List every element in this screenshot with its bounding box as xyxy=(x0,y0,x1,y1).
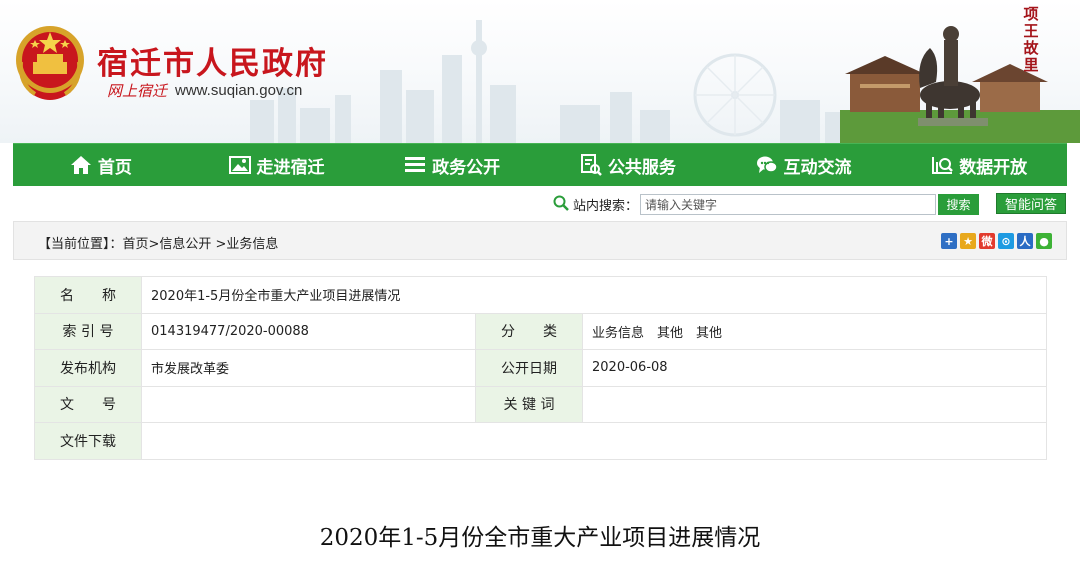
docno-label: 文 号 xyxy=(34,385,142,423)
nav-label: 首页 xyxy=(97,157,132,178)
search-icon xyxy=(553,195,569,211)
site-url: www.suqian.gov.cn xyxy=(175,82,303,99)
tencent-weibo-icon[interactable]: ⊙ xyxy=(998,233,1014,249)
search-input[interactable] xyxy=(640,194,936,215)
breadcrumb-path[interactable]: 首页>信息公开 >业务信息 xyxy=(123,233,279,252)
nav-label: 公共服务 xyxy=(607,157,676,178)
site-title: 宿迁市人民政府 xyxy=(97,46,328,82)
table-row: 名 称 2020年1-5月份全市重大产业项目进展情况 xyxy=(34,276,1047,314)
calligraphy-poem: 项王故里 xyxy=(1023,5,1039,74)
date-value: 2020-06-08 xyxy=(582,349,1047,387)
nav-label: 政务公开 xyxy=(432,157,501,178)
nav-item-gov-info[interactable]: 政务公开 xyxy=(364,144,540,186)
national-emblem-icon xyxy=(16,26,84,100)
wechat-icon[interactable]: ● xyxy=(1036,233,1052,249)
nav-label: 走进宿迁 xyxy=(256,157,325,178)
home-icon xyxy=(70,156,91,174)
breadcrumb: 【当前位置】： 首页>信息公开 >业务信息 xyxy=(38,233,278,252)
name-value: 2020年1-5月份全市重大产业项目进展情况 xyxy=(141,276,1047,314)
nav-item-about[interactable]: 走进宿迁 xyxy=(189,144,365,186)
smart-qa-button[interactable]: 智能问答 xyxy=(996,193,1066,214)
chat-icon xyxy=(756,156,778,173)
nav-item-open-data[interactable]: 数据开放 xyxy=(891,144,1067,186)
picture-icon xyxy=(228,156,251,174)
site-header: 宿迁市人民政府 网上宿迁 www.suqian.gov.cn 项王故里 xyxy=(0,0,1080,143)
data-search-icon xyxy=(932,157,954,174)
share-icons: + ★ 微 ⊙ 人 ● xyxy=(941,233,1052,249)
site-subtitle: 网上宿迁 www.suqian.gov.cn xyxy=(107,80,302,101)
search-bar: 站内搜索： 搜索 智能问答 xyxy=(0,192,1080,218)
main-nav: 首页 走进宿迁 政务公开 公共服务 互动交流 数据开放 xyxy=(13,143,1067,186)
download-label: 文件下载 xyxy=(34,422,142,460)
qzone-icon[interactable]: ★ xyxy=(960,233,976,249)
category-value: 业务信息 其他 其他 xyxy=(582,312,1047,350)
nav-item-interaction[interactable]: 互动交流 xyxy=(716,144,892,186)
renren-icon[interactable]: 人 xyxy=(1017,233,1033,249)
xiang-yu-statue-image xyxy=(840,26,1080,143)
table-row: 文 号 关 键 词 xyxy=(34,385,1047,423)
breadcrumb-prefix: 【当前位置】： xyxy=(38,237,123,252)
nav-label: 互动交流 xyxy=(783,157,852,178)
plus-share-icon[interactable]: + xyxy=(941,233,957,249)
org-value: 市发展改革委 xyxy=(141,349,476,387)
docno-value xyxy=(141,385,476,423)
search-button[interactable]: 搜索 xyxy=(938,194,979,215)
nav-label: 数据开放 xyxy=(959,157,1028,178)
table-row: 文件下载 xyxy=(34,422,1047,460)
article-title: 2020年1-5月份全市重大产业项目进展情况 xyxy=(319,525,761,551)
index-value: 014319477/2020-00088 xyxy=(141,312,476,350)
date-label: 公开日期 xyxy=(475,349,583,387)
nav-item-services[interactable]: 公共服务 xyxy=(540,144,716,186)
document-info-table: 名 称 2020年1-5月份全市重大产业项目进展情况 索 引 号 0143194… xyxy=(34,276,1047,460)
calligraphy-logo: 网上宿迁 xyxy=(107,82,168,100)
table-row: 索 引 号 014319477/2020-00088 分 类 业务信息 其他 其… xyxy=(34,312,1047,350)
weibo-icon[interactable]: 微 xyxy=(979,233,995,249)
name-label: 名 称 xyxy=(34,276,142,314)
breadcrumb-bar: 【当前位置】： 首页>信息公开 >业务信息 + ★ 微 ⊙ 人 ● xyxy=(13,221,1067,260)
table-row: 发布机构 市发展改革委 公开日期 2020-06-08 xyxy=(34,349,1047,387)
list-icon xyxy=(405,157,426,172)
index-label: 索 引 号 xyxy=(34,312,142,350)
download-value[interactable] xyxy=(141,422,1047,460)
org-label: 发布机构 xyxy=(34,349,142,387)
search-label: 站内搜索： xyxy=(573,199,639,214)
document-search-icon xyxy=(580,154,602,176)
keywords-value xyxy=(582,385,1047,423)
keywords-label: 关 键 词 xyxy=(475,385,583,423)
nav-item-home[interactable]: 首页 xyxy=(13,144,189,186)
category-label: 分 类 xyxy=(475,312,583,350)
